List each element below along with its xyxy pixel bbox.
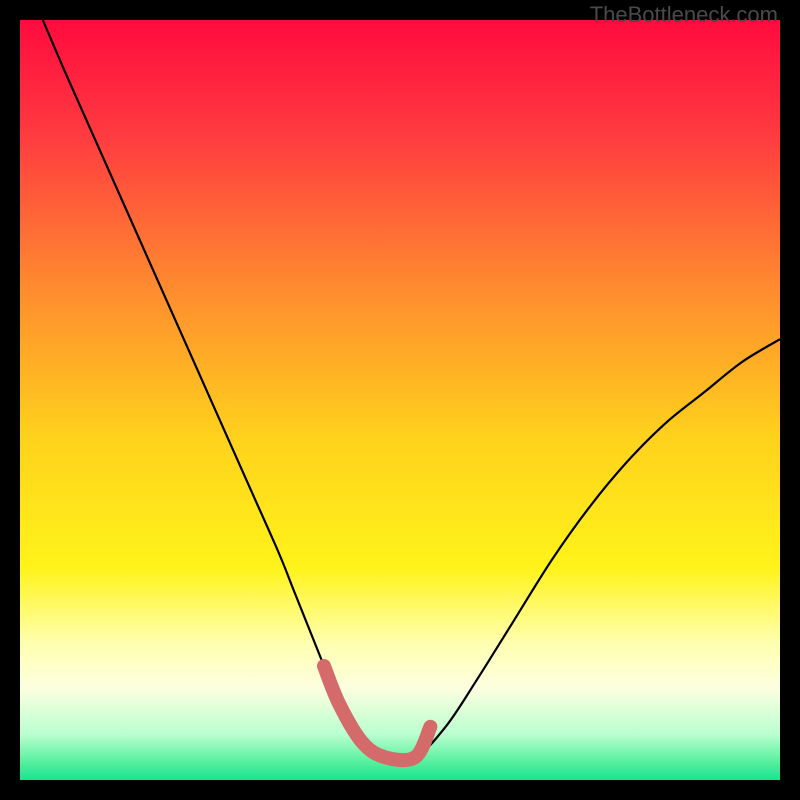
gradient-background <box>20 20 780 780</box>
chart-frame <box>20 20 780 780</box>
bottleneck-chart <box>20 20 780 780</box>
watermark-text: TheBottleneck.com <box>590 2 778 28</box>
